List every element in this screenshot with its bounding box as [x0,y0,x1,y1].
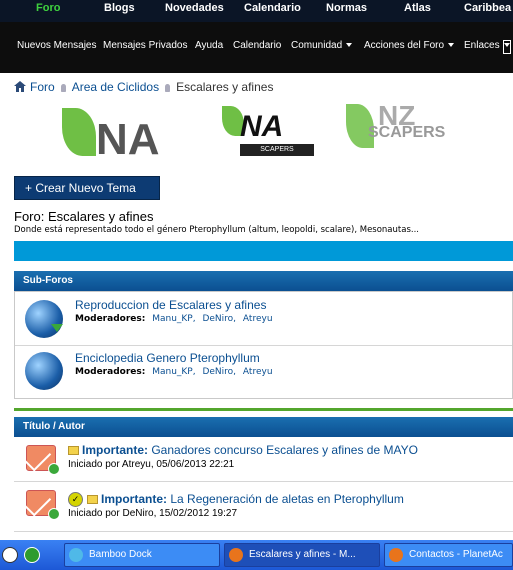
banner-left-logo: NA [96,115,160,161]
forum-description: Donde está representado todo el género P… [14,225,419,235]
top-navigation: Foro Blogs Novedades Calendario Normas A… [0,0,513,22]
thread-title-link[interactable]: La Regeneración de aletas en Pterophyllu… [170,492,403,506]
nav-tab-blogs[interactable]: Blogs [104,2,135,14]
subnav-ayuda[interactable]: Ayuda [195,40,223,51]
moderator-link[interactable]: DeNiro, [202,367,236,377]
taskbar-button-firefox-contactos[interactable]: Contactos - PlanetAc [384,543,513,567]
nav-tab-normas[interactable]: Normas [326,2,367,14]
moderators-label: Moderadores: [75,367,146,377]
taskbar: Bamboo Dock Escalares y afines - M... Co… [0,540,513,570]
taskbar-label: Contactos - PlanetAc [409,549,503,560]
taskbar-button-firefox-escalares[interactable]: Escalares y afines - M... [224,543,380,567]
breadcrumb-home-link[interactable]: Foro [30,80,55,94]
new-thread-button[interactable]: + Crear Nuevo Tema [14,176,160,200]
bamboo-icon [69,548,83,562]
forum-globe-icon [25,352,63,390]
thread-new-badge-icon [48,508,60,520]
media-player-icon[interactable] [24,547,40,563]
dropdown-label: Acciones del Foro [364,40,445,51]
subforum-moderators: Moderadores: Manu_KP, DeNiro, Atreyu [75,367,273,377]
thread-title[interactable]: ✓ Importante: La Regeneración de aletas e… [68,492,404,508]
chevron-down-icon [346,43,353,48]
banner-center-logo: NA [240,110,284,143]
search-icon[interactable] [503,40,511,54]
moderator-link[interactable]: Manu_KP, [152,314,195,324]
moderator-link[interactable]: Atreyu [243,314,273,324]
subnav-acciones-dropdown[interactable]: Acciones del Foro [364,40,455,51]
banner[interactable]: NA NA SCAPERS NZ SCAPERS [58,104,478,160]
subforum-title-link[interactable]: Reproduccion de Escalares y afines [75,298,266,312]
row-divider [15,345,512,346]
subforums-header: Sub-Foros [14,271,513,291]
threads-header[interactable]: Título / Autor [14,417,513,437]
chevron-down-icon [448,43,455,48]
subnav-nuevos-mensajes[interactable]: Nuevos Mensajes [17,40,96,51]
breadcrumb-current: Escalares y afines [176,80,274,94]
new-posts-arrow-icon [51,324,63,332]
taskbar-label: Bamboo Dock [89,549,152,560]
banner-right-sub: SCAPERS [368,124,446,141]
subnav-mensajes-privados[interactable]: Mensajes Privados [103,40,187,51]
taskbar-button-bamboo-dock[interactable]: Bamboo Dock [64,543,220,567]
leaf-graphic [62,108,96,156]
thread-title-link[interactable]: Ganadores concurso Escalares y afines de… [151,443,418,457]
dropdown-label: Comunidad [291,40,343,51]
sticky-icon [68,446,79,456]
thread-meta: Iniciado por Atreyu, 05/06/2013 22:21 [68,459,235,470]
breadcrumb-separator-icon [165,83,171,92]
subforums-list: Reproduccion de Escalares y afines Moder… [14,291,513,399]
subnav-comunidad-dropdown[interactable]: Comunidad [291,40,353,51]
thread-row[interactable]: Importante: Ganadores concurso Escalares… [14,437,513,482]
subnav-calendario[interactable]: Calendario [233,40,281,51]
thread-row[interactable]: ✓ Importante: La Regeneración de aletas e… [14,482,513,532]
divider-line [14,408,513,411]
taskbar-label: Escalares y afines - M... [249,549,356,560]
breadcrumb-section-link[interactable]: Area de Ciclidos [72,80,159,94]
nav-tab-atlas[interactable]: Atlas [404,2,431,14]
moderators-label: Moderadores: [75,314,146,324]
subforum-title-link[interactable]: Enciclopedia Genero Pterophyllum [75,351,260,365]
panda-icon[interactable] [2,547,18,563]
sub-navigation: Nuevos Mensajes Mensajes Privados Ayuda … [0,22,513,73]
thread-new-badge-icon [48,463,60,475]
forum-title: Foro: Escalares y afines [14,209,154,224]
thread-title[interactable]: Importante: Ganadores concurso Escalares… [68,443,418,457]
moderator-link[interactable]: Manu_KP, [152,367,195,377]
banner-center-sub: SCAPERS [240,144,314,156]
forum-globe-icon [25,300,63,338]
thread-prefix: Importante: [82,443,148,457]
moderator-link[interactable]: DeNiro, [202,314,236,324]
firefox-icon [229,548,243,562]
nav-tab-calendario[interactable]: Calendario [244,2,301,14]
sticky-icon [87,495,98,505]
nav-tab-caribbean[interactable]: Caribbea [464,2,511,14]
thread-prefix: Importante: [101,492,167,506]
moderator-link[interactable]: Atreyu [243,367,273,377]
nav-tab-novedades[interactable]: Novedades [165,2,224,14]
nav-tab-foro[interactable]: Foro [36,2,60,14]
home-icon[interactable] [14,81,26,92]
thread-meta: Iniciado por DeNiro, 15/02/2012 19:27 [68,508,238,519]
breadcrumb: Foro Area de Ciclidos Escalares y afines [14,80,273,94]
check-icon: ✓ [68,492,83,508]
subforum-moderators: Moderadores: Manu_KP, DeNiro, Atreyu [75,314,273,324]
breadcrumb-separator-icon [60,83,66,92]
dropdown-label: Enlaces [464,40,500,51]
firefox-icon [389,548,403,562]
divider-bar [14,241,513,261]
